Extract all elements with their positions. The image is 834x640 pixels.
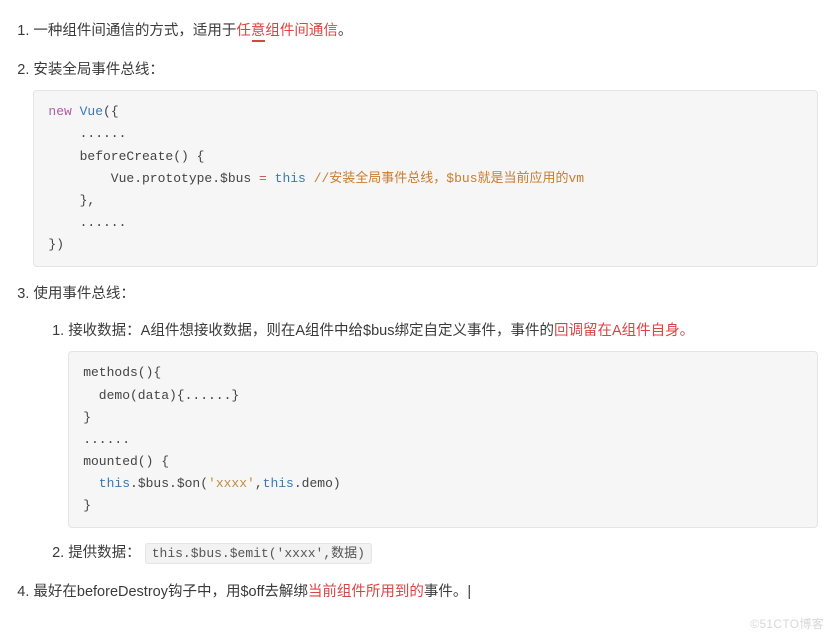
code-block-1: new Vue({ ...... beforeCreate() { Vue.pr… bbox=[33, 90, 818, 267]
item-2-text: 安装全局事件总线： bbox=[33, 62, 164, 78]
item-1: 一种组件间通信的方式，适用于任意组件间通信。 bbox=[33, 20, 818, 43]
item-1-suffix: 。 bbox=[338, 23, 353, 39]
code-block-2: methods(){ demo(data){......} } ...... m… bbox=[68, 351, 818, 528]
inline-code: this.$bus.$emit('xxxx',数据) bbox=[145, 543, 372, 564]
item-3-text: 使用事件总线： bbox=[33, 286, 135, 302]
item-4-highlight: 当前组件所用到的 bbox=[308, 584, 424, 600]
item-1-highlight: 任意组件间通信 bbox=[236, 23, 338, 39]
sub-item-2: 提供数据： this.$bus.$emit('xxxx',数据) bbox=[68, 542, 818, 565]
item-1-prefix: 一种组件间通信的方式，适用于 bbox=[33, 23, 236, 39]
watermark: ©51CTO博客 bbox=[750, 615, 824, 634]
item-4-suffix: 事件。| bbox=[424, 584, 471, 600]
item-2: 安装全局事件总线： new Vue({ ...... beforeCreate(… bbox=[33, 59, 818, 267]
sub1-prefix: 接收数据：A组件想接收数据，则在A组件中给$bus绑定自定义事件，事件的 bbox=[68, 323, 554, 339]
item-3: 使用事件总线： 接收数据：A组件想接收数据，则在A组件中给$bus绑定自定义事件… bbox=[33, 283, 818, 565]
sub1-highlight: 回调留在A组件自身。 bbox=[554, 323, 694, 339]
item-4: 最好在beforeDestroy钩子中，用$off去解绑当前组件所用到的事件。| bbox=[33, 581, 818, 604]
item-4-prefix: 最好在beforeDestroy钩子中，用$off去解绑 bbox=[33, 584, 308, 600]
sub-list: 接收数据：A组件想接收数据，则在A组件中给$bus绑定自定义事件，事件的回调留在… bbox=[33, 320, 818, 565]
sub-item-1: 接收数据：A组件想接收数据，则在A组件中给$bus绑定自定义事件，事件的回调留在… bbox=[68, 320, 818, 528]
document-list: 一种组件间通信的方式，适用于任意组件间通信。 安装全局事件总线： new Vue… bbox=[16, 20, 818, 604]
sub2-label: 提供数据： bbox=[68, 545, 141, 561]
